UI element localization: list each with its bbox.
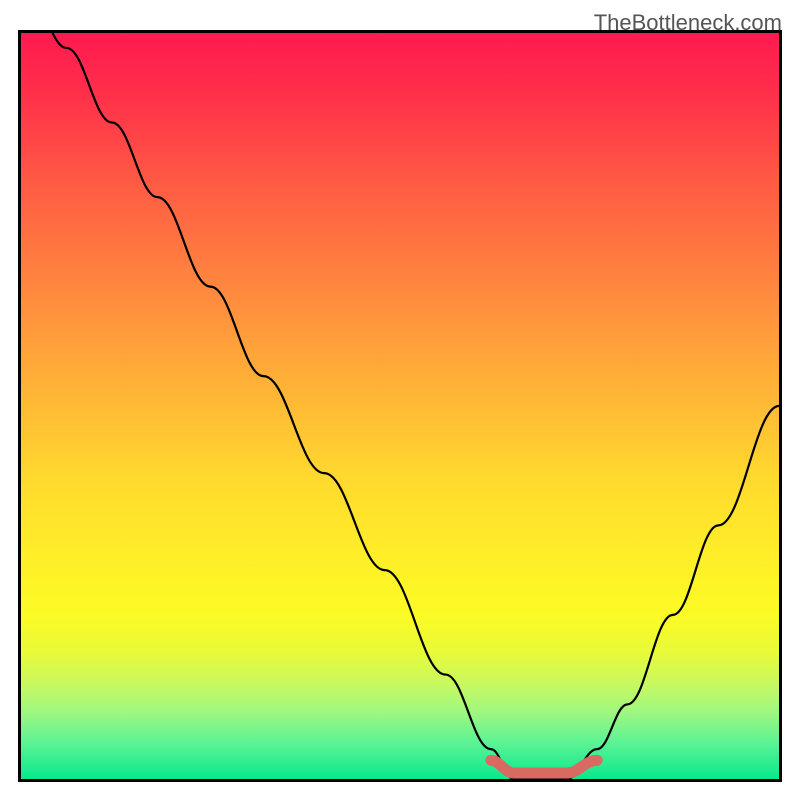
plot-frame [18, 30, 782, 782]
bottleneck-curve [21, 33, 779, 779]
plot-area [21, 33, 779, 779]
watermark-text: TheBottleneck.com [594, 10, 782, 36]
minimum-plateau [491, 760, 597, 773]
chart-svg [21, 33, 779, 779]
chart-container: TheBottleneck.com [0, 0, 800, 800]
